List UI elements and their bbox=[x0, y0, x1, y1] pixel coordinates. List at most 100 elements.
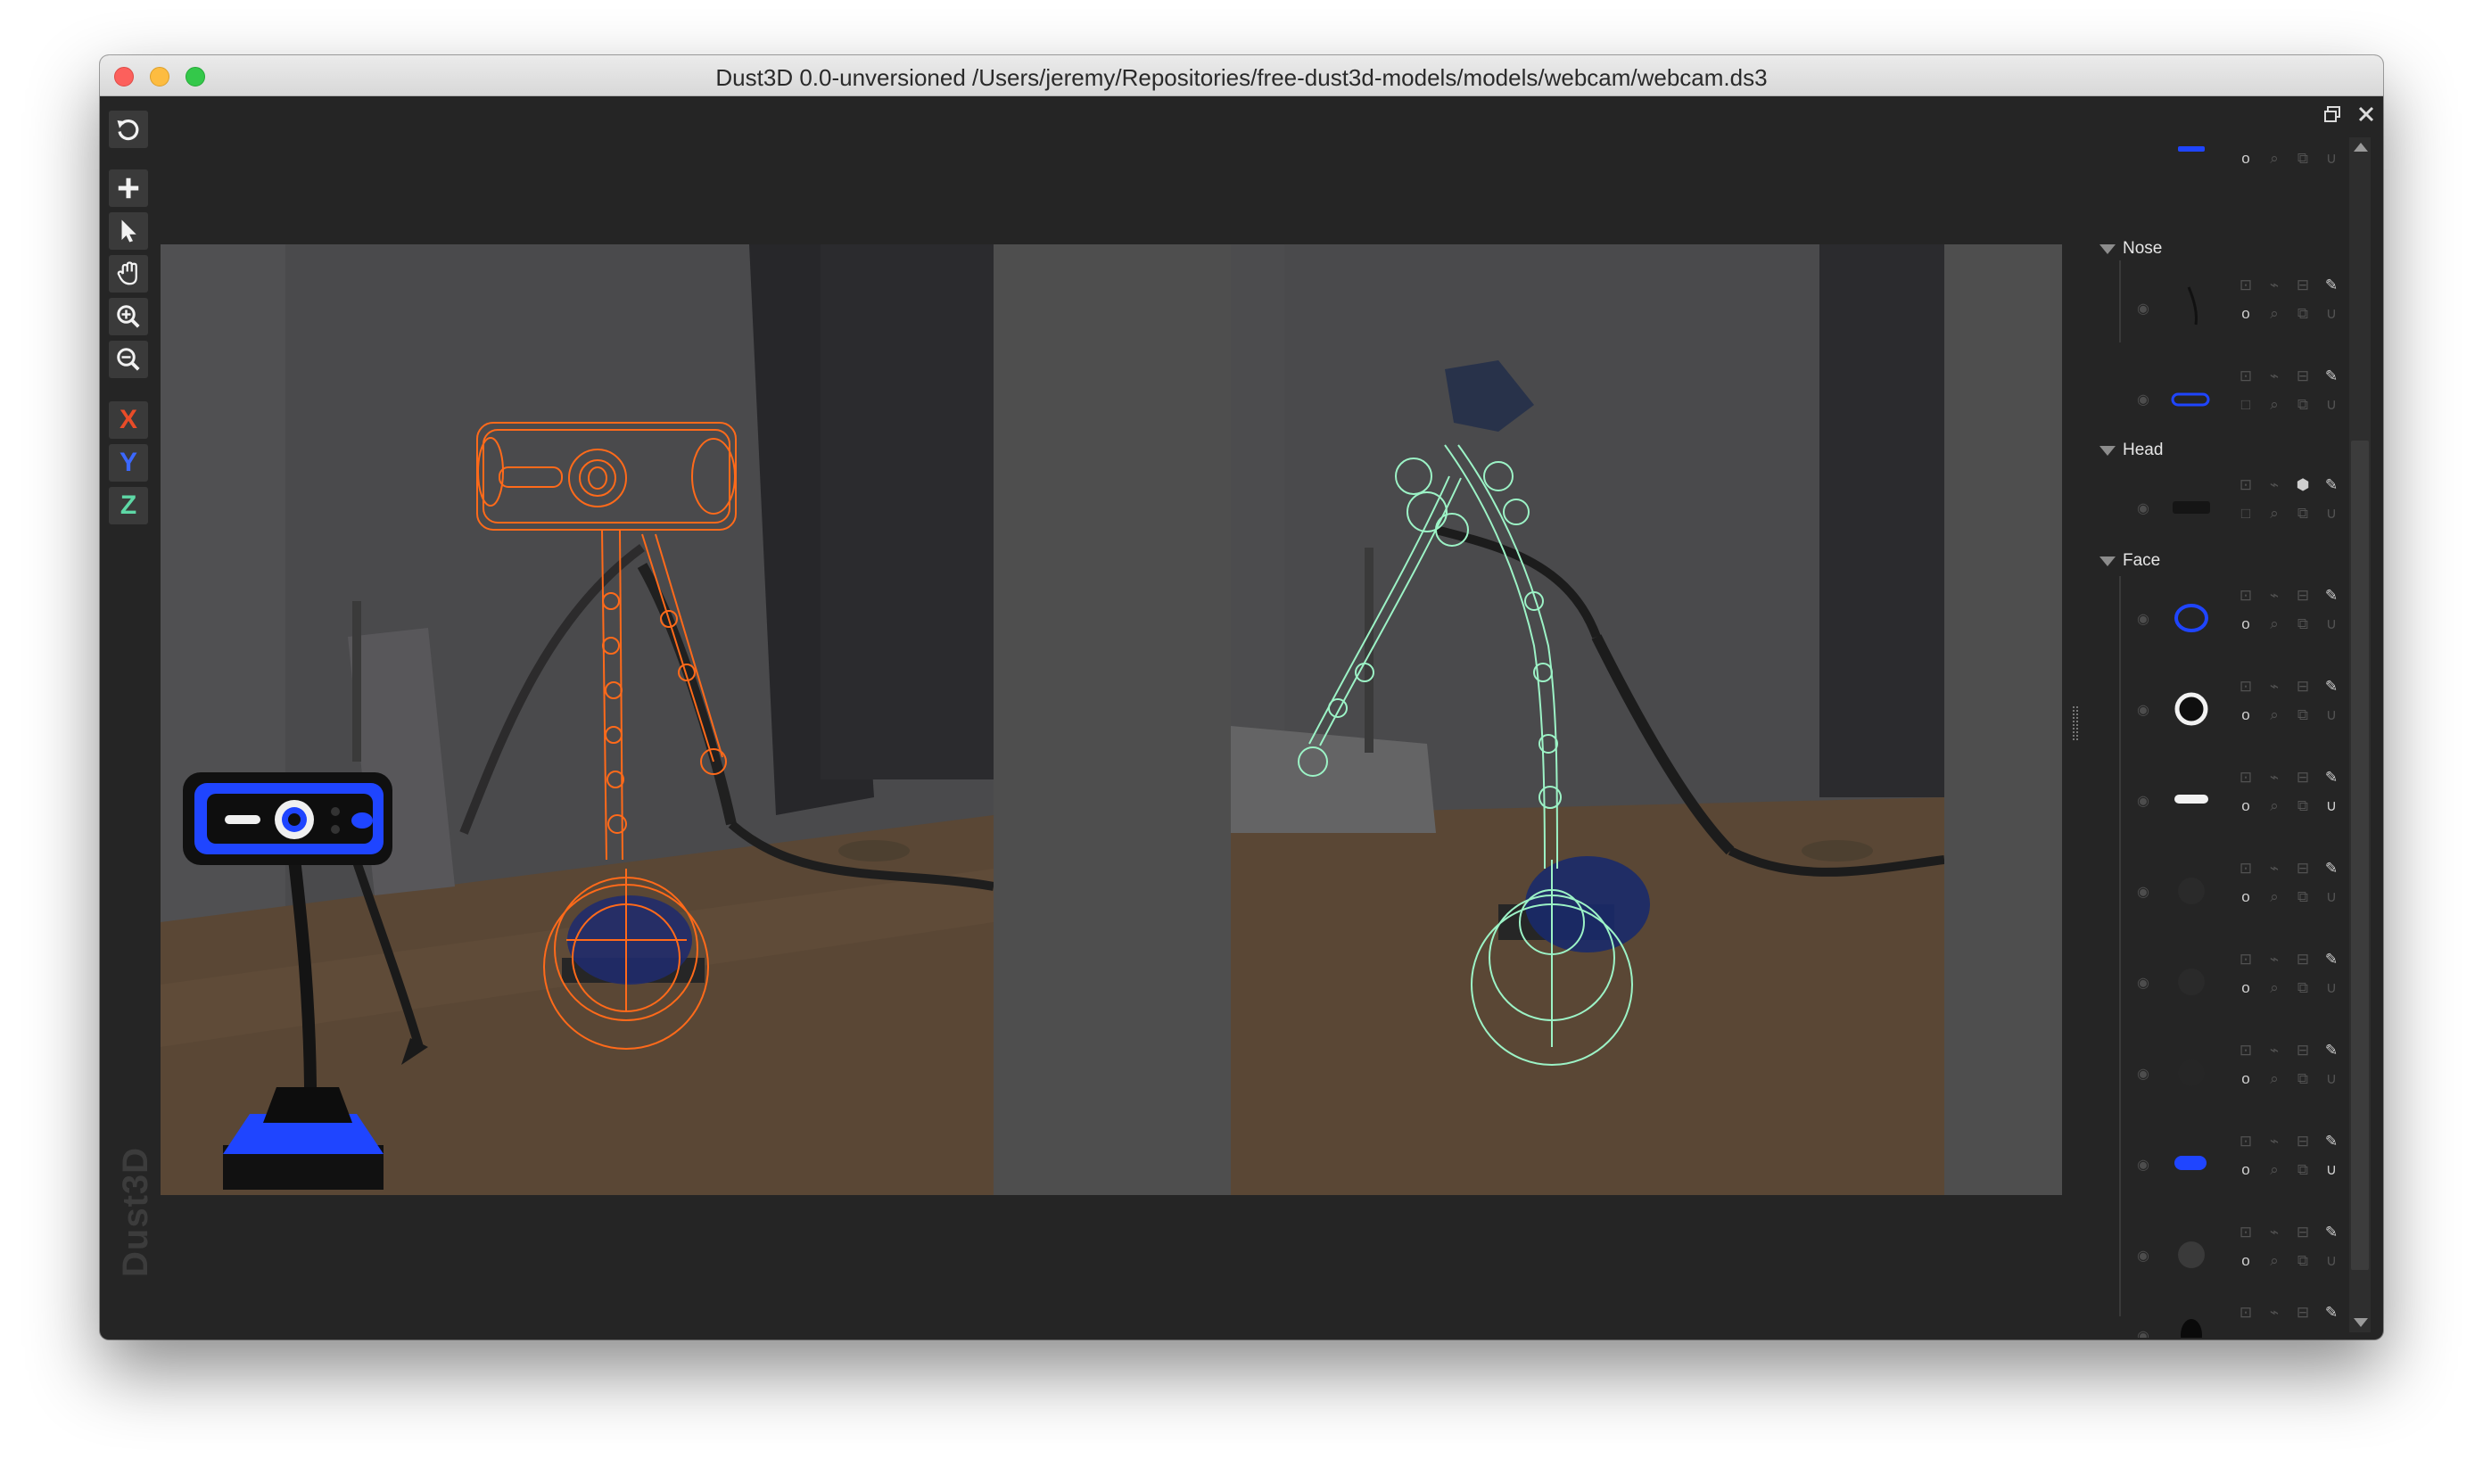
visibility-icon[interactable]: ◉ bbox=[2137, 883, 2149, 901]
wrap-icon[interactable]: ⊟ bbox=[2292, 1133, 2314, 1158]
color-icon[interactable]: ✎ bbox=[2321, 951, 2342, 976]
visibility-icon[interactable]: ◉ bbox=[2137, 300, 2149, 317]
subdiv-icon[interactable]: □ bbox=[2235, 505, 2256, 530]
color-icon[interactable]: ✎ bbox=[2321, 276, 2342, 301]
mirror-icon[interactable]: ⧉ bbox=[2292, 888, 2314, 913]
reference-canvas[interactable] bbox=[161, 244, 2062, 1195]
wrap-icon[interactable]: ⊟ bbox=[2292, 678, 2314, 703]
mirror-icon[interactable]: ⧉ bbox=[2292, 1161, 2314, 1186]
wrap-icon[interactable]: ⊟ bbox=[2292, 1224, 2314, 1249]
rough-icon[interactable]: ⌕ bbox=[2264, 305, 2285, 330]
group-face[interactable]: Face bbox=[2099, 551, 2160, 571]
wrap-icon[interactable]: ⊟ bbox=[2292, 587, 2314, 612]
color-icon[interactable]: ✎ bbox=[2321, 587, 2342, 612]
deform-icon[interactable]: ∪ bbox=[2321, 979, 2342, 1004]
rough-icon[interactable]: ⌕ bbox=[2264, 1161, 2285, 1186]
lock-icon[interactable]: ⊡ bbox=[2235, 276, 2256, 301]
rough-icon[interactable]: ⌕ bbox=[2264, 888, 2285, 913]
color-icon[interactable]: ✎ bbox=[2321, 1133, 2342, 1158]
wrap-icon[interactable]: ⊟ bbox=[2292, 769, 2314, 794]
lock-icon[interactable]: ⊡ bbox=[2235, 1042, 2256, 1067]
x-axis-button[interactable]: X bbox=[109, 401, 148, 439]
rough-icon[interactable]: ⌕ bbox=[2264, 505, 2285, 530]
part-dark-disc-2[interactable]: ◉ ⊡ ⌁ ⊟ ✎ o ⌕ ⧉ ∪ bbox=[2119, 944, 2369, 1029]
lock-icon[interactable]: ⊡ bbox=[2235, 860, 2256, 885]
lock-icon[interactable]: ⊡ bbox=[2235, 951, 2256, 976]
color-icon[interactable]: ✎ bbox=[2321, 1224, 2342, 1249]
xray-icon[interactable]: ⌁ bbox=[2264, 1224, 2285, 1249]
select-tool-button[interactable] bbox=[109, 212, 148, 250]
wrap-icon[interactable]: ⊟ bbox=[2292, 951, 2314, 976]
xray-icon[interactable]: ⌁ bbox=[2264, 951, 2285, 976]
wrap-icon[interactable]: ⊟ bbox=[2292, 860, 2314, 885]
mirror-icon[interactable]: ⧉ bbox=[2292, 1252, 2314, 1277]
deform-icon[interactable]: ∪ bbox=[2321, 1161, 2342, 1186]
lock-icon[interactable]: ⊡ bbox=[2235, 1224, 2256, 1249]
zoom-in-button[interactable] bbox=[109, 298, 148, 335]
color-icon[interactable]: ✎ bbox=[2321, 1042, 2342, 1067]
wrap-icon[interactable]: ⊟ bbox=[2292, 1304, 2314, 1329]
xray-icon[interactable]: ⌁ bbox=[2264, 769, 2285, 794]
visibility-icon[interactable]: ◉ bbox=[2137, 792, 2149, 810]
color-icon[interactable]: ✎ bbox=[2321, 367, 2342, 392]
rough-icon[interactable]: ⌕ bbox=[2264, 615, 2285, 640]
color-icon[interactable]: ✎ bbox=[2321, 678, 2342, 703]
deform-icon[interactable]: ∪ bbox=[2321, 888, 2342, 913]
xray-icon[interactable]: ⌁ bbox=[2264, 367, 2285, 392]
rough-icon[interactable]: ⌕ bbox=[2264, 797, 2285, 822]
part-white-ring[interactable]: ◉ ⊡ ⌁ ⊟ ✎ o ⌕ ⧉ ∪ bbox=[2119, 671, 2369, 756]
wrap-icon[interactable]: ⊟ bbox=[2292, 1042, 2314, 1067]
z-axis-button[interactable]: Z bbox=[109, 487, 148, 524]
visibility-icon[interactable]: ◉ bbox=[2137, 1065, 2149, 1083]
model-overlay[interactable] bbox=[161, 244, 2062, 1195]
rough-icon[interactable]: ⌕ bbox=[2264, 1252, 2285, 1277]
deform-icon[interactable]: ∪ bbox=[2321, 305, 2342, 330]
lock-icon[interactable]: ⊡ bbox=[2235, 678, 2256, 703]
part-nose-slot[interactable]: ◉ ⊡ ⌁ ⊟ ✎ □ ⌕ ⧉ ∪ bbox=[2119, 360, 2369, 446]
group-head[interactable]: Head bbox=[2099, 441, 2163, 460]
subdiv-icon[interactable]: o bbox=[2235, 1252, 2256, 1277]
mirror-icon[interactable]: ⧉ bbox=[2292, 979, 2314, 1004]
rough-icon[interactable]: ⌕ bbox=[2264, 150, 2285, 175]
deform-icon[interactable]: ∪ bbox=[2321, 505, 2342, 530]
deform-icon[interactable]: ∪ bbox=[2321, 615, 2342, 640]
part-nose-curve[interactable]: ◉ ⊡ ⌁ ⊟ ✎ o ⌕ ⧉ ∪ bbox=[2119, 269, 2369, 355]
visibility-icon[interactable]: ◉ bbox=[2137, 391, 2149, 408]
xray-icon[interactable]: ⌁ bbox=[2264, 678, 2285, 703]
xray-icon[interactable]: ⌁ bbox=[2264, 860, 2285, 885]
xray-icon[interactable]: ⌁ bbox=[2264, 587, 2285, 612]
mirror-icon[interactable]: ⧉ bbox=[2292, 150, 2314, 175]
add-node-button[interactable] bbox=[109, 169, 148, 207]
visibility-icon[interactable]: ◉ bbox=[2137, 1327, 2149, 1338]
mirror-icon[interactable]: ⧉ bbox=[2292, 797, 2314, 822]
mirror-icon[interactable]: ⧉ bbox=[2292, 615, 2314, 640]
lock-icon[interactable]: ⊡ bbox=[2235, 587, 2256, 612]
scroll-thumb[interactable] bbox=[2351, 441, 2369, 1270]
subdiv-icon[interactable]: o bbox=[2235, 1070, 2256, 1095]
group-nose[interactable]: Nose bbox=[2099, 239, 2162, 259]
mirror-icon[interactable]: ⧉ bbox=[2292, 505, 2314, 530]
visibility-icon[interactable]: ◉ bbox=[2137, 1247, 2149, 1265]
subdiv-icon[interactable]: o bbox=[2235, 305, 2256, 330]
deform-icon[interactable]: ∪ bbox=[2321, 797, 2342, 822]
visibility-icon[interactable]: ◉ bbox=[2137, 1156, 2149, 1174]
lock-icon[interactable]: ⊡ bbox=[2235, 1133, 2256, 1158]
mirror-icon[interactable]: ⧉ bbox=[2292, 305, 2314, 330]
subdiv-icon[interactable]: □ bbox=[2235, 396, 2256, 421]
subdiv-icon[interactable]: o bbox=[2235, 1161, 2256, 1186]
panel-splitter[interactable] bbox=[2073, 706, 2078, 740]
subdiv-icon[interactable]: o bbox=[2235, 615, 2256, 640]
lock-icon[interactable]: ⊡ bbox=[2235, 476, 2256, 501]
color-icon[interactable]: ✎ bbox=[2321, 476, 2342, 501]
subdiv-icon[interactable]: o bbox=[2235, 150, 2256, 175]
wrap-icon[interactable]: ⊟ bbox=[2292, 276, 2314, 301]
mirror-icon[interactable]: ⧉ bbox=[2292, 396, 2314, 421]
rough-icon[interactable]: ⌕ bbox=[2264, 979, 2285, 1004]
scroll-up-arrow-icon[interactable] bbox=[2354, 143, 2368, 152]
zoom-out-button[interactable] bbox=[109, 341, 148, 378]
parts-scrollbar[interactable] bbox=[2349, 137, 2371, 1332]
xray-icon[interactable]: ⌁ bbox=[2264, 1304, 2285, 1329]
part-black-oval[interactable]: ◉ ⊡ ⌁ ⊟ ✎ bbox=[2119, 1297, 2369, 1338]
mirror-icon[interactable]: ⧉ bbox=[2292, 1070, 2314, 1095]
part-blue-button[interactable]: ◉ ⊡ ⌁ ⊟ ✎ o ⌕ ⧉ ∪ bbox=[2119, 1125, 2369, 1211]
